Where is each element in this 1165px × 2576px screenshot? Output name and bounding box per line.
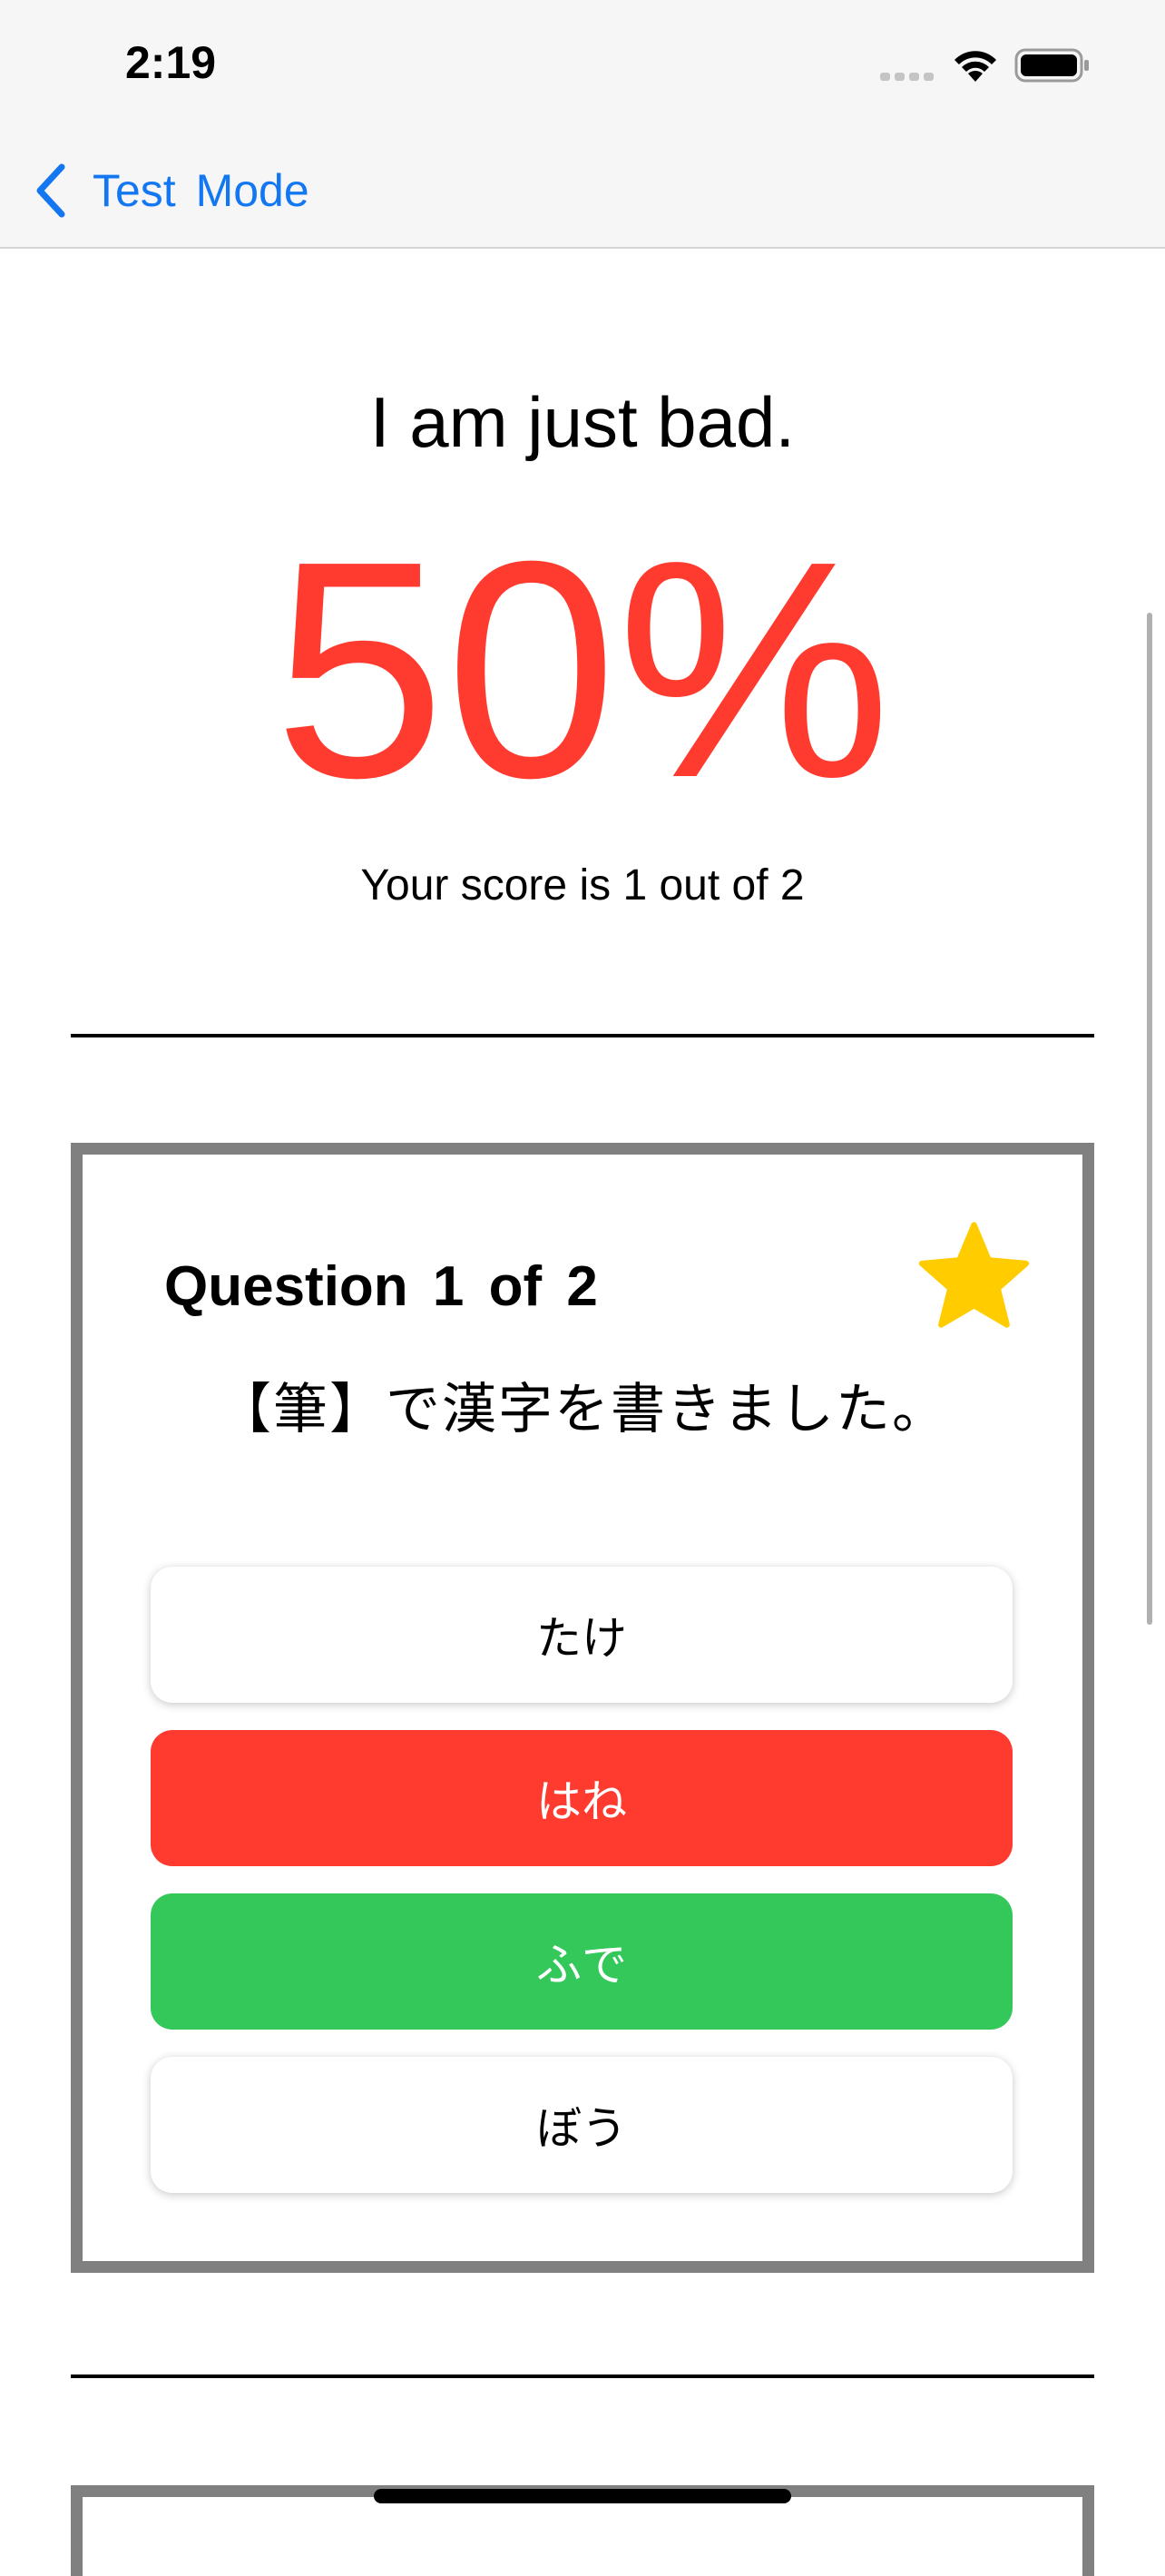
wifi-icon <box>955 51 996 82</box>
cellular-signal-icon <box>880 73 935 84</box>
score-percent: 50% <box>273 497 892 842</box>
back-button[interactable]: Test Mode <box>33 158 309 223</box>
answer-option-4[interactable]: ぼう <box>151 2057 1013 2193</box>
status-time: 2:19 <box>125 37 217 88</box>
star-icon[interactable] <box>917 1218 1031 1332</box>
answer-option-2-wrong[interactable]: はね <box>151 1730 1013 1866</box>
navigation-bar: Test Mode <box>0 136 1165 249</box>
answer-option-1[interactable]: たけ <box>151 1567 1013 1703</box>
chevron-left-icon <box>36 163 65 218</box>
battery-icon <box>1014 48 1089 83</box>
divider <box>71 1034 1094 1037</box>
result-title: I am just bad. <box>369 382 796 462</box>
back-button-label: Test Mode <box>93 165 309 216</box>
question-text: 【筆】で漢字を書きました。 <box>217 1378 948 1441</box>
status-bar: 2:19 <box>0 0 1165 136</box>
answer-option-3-correct[interactable]: ふで <box>151 1893 1013 2030</box>
home-indicator[interactable] <box>374 2489 791 2503</box>
divider <box>71 2374 1094 2378</box>
question-header: Question 1 of 2 <box>164 1255 598 1318</box>
score-text: Your score is 1 out of 2 <box>360 861 805 909</box>
question-card: Question 1 of 2 【筆】で漢字を書きました。 たけ はね ふで ぼ… <box>71 1143 1094 2273</box>
